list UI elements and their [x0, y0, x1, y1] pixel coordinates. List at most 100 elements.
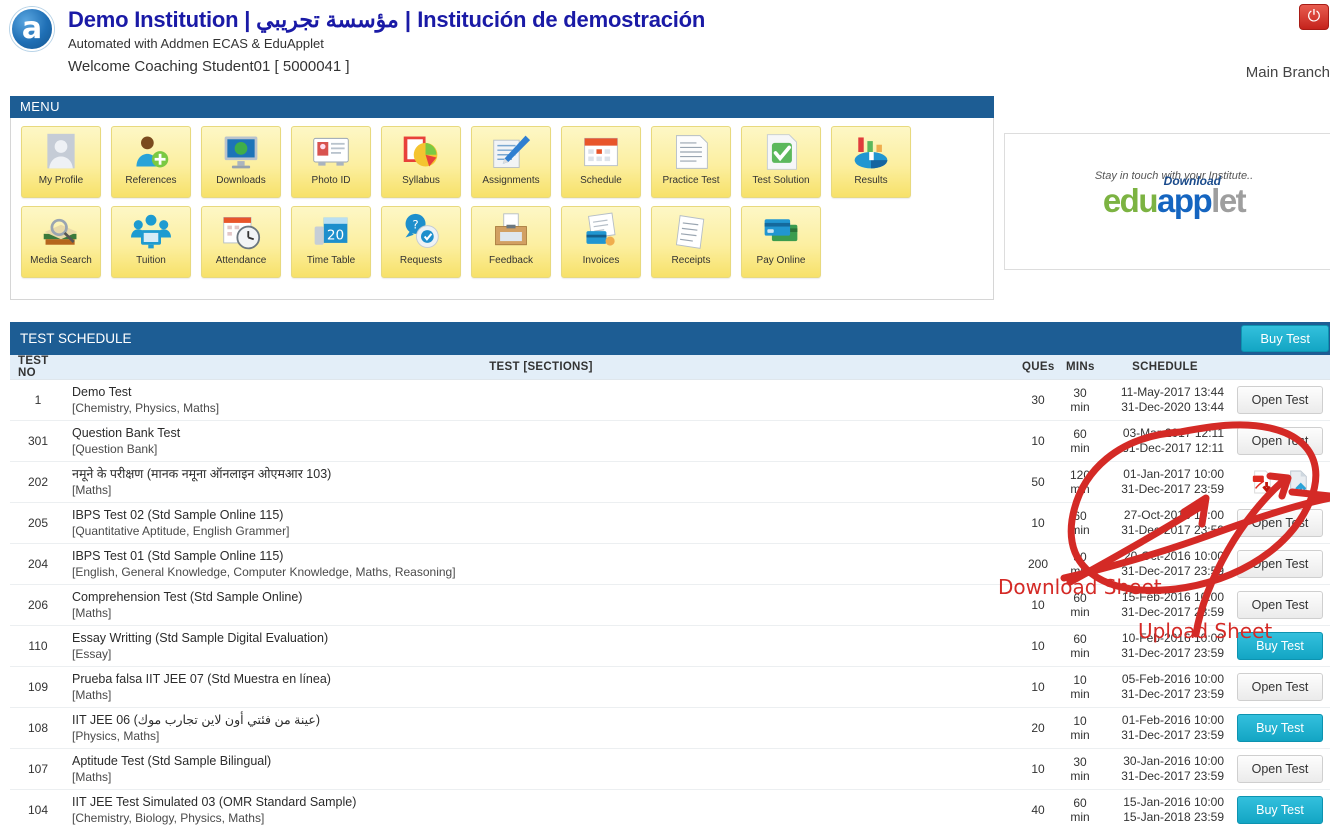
buy-test-button[interactable]: Buy Test — [1237, 796, 1323, 824]
cell-minutes: 30 min — [1060, 748, 1100, 790]
menu-tile-time-table[interactable]: 20 Time Table — [291, 206, 371, 278]
open-test-button[interactable]: Open Test — [1237, 427, 1323, 455]
schedule-end: 31-Dec-2017 23:59 — [1121, 646, 1224, 660]
menu-tile-pay-online[interactable]: Pay Online — [741, 206, 821, 278]
test-title: नमूने के परीक्षण (मानक नमूना ऑनलाइन ओएमआ… — [72, 467, 332, 481]
open-test-button[interactable]: Open Test — [1237, 673, 1323, 701]
test-sections: [Chemistry, Biology, Physics, Maths] — [72, 811, 265, 825]
open-test-button[interactable]: Open Test — [1237, 591, 1323, 619]
menu-tile-syllabus[interactable]: Syllabus — [381, 126, 461, 198]
column-header-test: TEST [SECTIONS] — [66, 355, 1016, 380]
open-test-button[interactable]: Open Test — [1237, 550, 1323, 578]
menu-tile-photo-id[interactable]: Photo ID — [291, 126, 371, 198]
cell-minutes: 10 min — [1060, 666, 1100, 708]
cell-minutes: 30 min — [1060, 543, 1100, 585]
page-root: a Demo Institution | مؤسسة تجريبي | Inst… — [0, 0, 1330, 826]
monitor-download-icon — [218, 132, 264, 172]
menu-row-secondary: Media Search Tuition Attendance 20 Time Tabl… — [21, 206, 993, 278]
open-test-button[interactable]: Open Test — [1237, 386, 1323, 414]
download-pdf-sheet-icon[interactable] — [1251, 470, 1273, 494]
test-schedule-header: TEST SCHEDULE Buy Test — [10, 322, 1330, 355]
buy-test-button[interactable]: Buy Test — [1237, 632, 1323, 660]
menu-tile-label: Downloads — [216, 175, 266, 186]
test-sections: [English, General Knowledge, Computer Kn… — [72, 565, 456, 579]
buy-test-header-button[interactable]: Buy Test — [1241, 325, 1329, 352]
cell-action: Buy Test — [1230, 789, 1330, 826]
cell-schedule-dates: 30-Jan-2016 10:00 31-Dec-2017 23:59 — [1100, 748, 1230, 790]
column-header-mins: MINs — [1060, 355, 1100, 380]
menu-tile-assignments[interactable]: Assignments — [471, 126, 551, 198]
test-schedule-title: TEST SCHEDULE — [20, 331, 132, 346]
menu-tile-label: Syllabus — [402, 175, 440, 186]
menu-tile-test-solution[interactable]: Test Solution — [741, 126, 821, 198]
table-row: 204 IBPS Test 01 (Std Sample Online 115) [… — [10, 543, 1330, 585]
eduapplet-promo-panel[interactable]: Stay in touch with your Institute.. Down… — [1004, 133, 1330, 270]
cell-questions-count: 10 — [1016, 502, 1060, 544]
menu-tile-my-profile[interactable]: My Profile — [21, 126, 101, 198]
schedule-start: 27-Oct-2016 10:00 — [1123, 508, 1224, 522]
institution-logo-icon: a — [10, 7, 54, 51]
test-title: IIT JEE Test Simulated 03 (OMR Standard … — [72, 795, 357, 809]
open-test-button[interactable]: Open Test — [1237, 509, 1323, 537]
logout-power-icon[interactable]: ⏻ — [1299, 4, 1329, 30]
test-title: Comprehension Test (Std Sample Online) — [72, 590, 303, 604]
cell-action: Open Test — [1230, 748, 1330, 790]
menu-tile-feedback[interactable]: Feedback — [471, 206, 551, 278]
schedule-start: 30-Jan-2016 10:00 — [1123, 754, 1224, 768]
cell-action: Open Test — [1230, 502, 1330, 544]
calendar-icon — [578, 132, 624, 172]
cell-test-name: IBPS Test 02 (Std Sample Online 115) [Qua… — [66, 502, 1016, 544]
table-row: 109 Prueba falsa IIT JEE 07 (Std Muestra … — [10, 666, 1330, 708]
cell-minutes: 10 min — [1060, 707, 1100, 749]
menu-tile-downloads[interactable]: Downloads — [201, 126, 281, 198]
cell-questions-count: 10 — [1016, 666, 1060, 708]
menu-tile-tuition[interactable]: Tuition — [111, 206, 191, 278]
cell-test-no: 107 — [10, 748, 66, 790]
menu-tile-references[interactable]: References — [111, 126, 191, 198]
schedule-end: 31-Dec-2017 12:11 — [1122, 441, 1224, 455]
cell-test-name: नमूने के परीक्षण (मानक नमूना ऑनलाइन ओएमआ… — [66, 461, 1016, 503]
promo-download-word: Download — [1163, 174, 1221, 188]
eduapplet-logo: Download eduapplet — [1103, 174, 1247, 218]
buy-test-button[interactable]: Buy Test — [1237, 714, 1323, 742]
menu-tile-media-search[interactable]: Media Search — [21, 206, 101, 278]
cell-test-no: 202 — [10, 461, 66, 503]
cell-schedule-dates: 27-Oct-2016 10:00 31-Dec-2017 23:59 — [1100, 502, 1230, 544]
cell-test-no: 206 — [10, 584, 66, 626]
welcome-text: Welcome Coaching Student01 [ 5000041 ] — [68, 58, 350, 75]
cell-test-no: 205 — [10, 502, 66, 544]
test-title: Demo Test — [72, 385, 132, 399]
menu-tile-label: Pay Online — [756, 255, 806, 266]
test-sections: [Chemistry, Physics, Maths] — [72, 401, 220, 415]
menu-tile-schedule[interactable]: Schedule — [561, 126, 641, 198]
people-monitor-icon — [128, 212, 174, 252]
menu-tile-attendance[interactable]: Attendance — [201, 206, 281, 278]
sheet-action-icons — [1236, 470, 1324, 494]
header-subtitle: Automated with Addmen ECAS & EduApplet — [68, 36, 324, 51]
column-header-action — [1230, 355, 1330, 380]
schedule-end: 31-Dec-2020 13:44 — [1121, 400, 1224, 414]
menu-tile-label: Media Search — [30, 255, 92, 266]
open-test-button[interactable]: Open Test — [1237, 755, 1323, 783]
menu-tile-results[interactable]: Results — [831, 126, 911, 198]
cell-action: Buy Test — [1230, 625, 1330, 667]
cell-schedule-dates: 15-Feb-2016 10:00 31-Dec-2017 23:59 — [1100, 584, 1230, 626]
receipt-icon — [668, 212, 714, 252]
cell-action: Open Test — [1230, 543, 1330, 585]
menu-body: My Profile References Downloads Photo ID Syl… — [10, 118, 994, 300]
test-title: Question Bank Test — [72, 426, 181, 440]
calendar-20-icon: 20 — [308, 212, 354, 252]
menu-tile-label: Feedback — [489, 255, 533, 266]
menu-tile-practice-test[interactable]: Practice Test — [651, 126, 731, 198]
menu-tile-invoices[interactable]: Invoices — [561, 206, 641, 278]
cell-schedule-dates: 03-Mar-2017 12:11 31-Dec-2017 12:11 — [1100, 420, 1230, 462]
question-check-bubbles-icon: ? — [398, 212, 444, 252]
test-title: IIT JEE 06 (عينة من فئتي أون لاين تجارب … — [72, 713, 321, 727]
cell-minutes: 60 min — [1060, 502, 1100, 544]
menu-tile-requests[interactable]: ? Requests — [381, 206, 461, 278]
upload-sheet-icon[interactable] — [1287, 470, 1309, 494]
table-row: 108 IIT JEE 06 (عينة من فئتي أون لاين تجا… — [10, 707, 1330, 749]
column-header-test-no: TEST NO — [10, 355, 66, 380]
test-title: IBPS Test 02 (Std Sample Online 115) — [72, 508, 284, 522]
menu-tile-receipts[interactable]: Receipts — [651, 206, 731, 278]
